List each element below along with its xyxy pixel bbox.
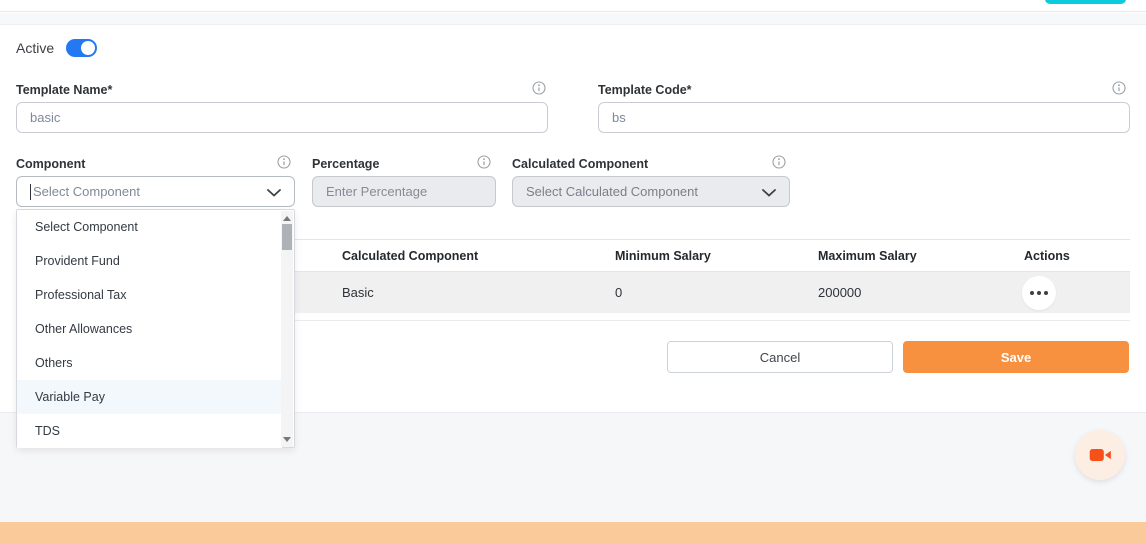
cell-maximum-salary: 200000 (802, 285, 1008, 300)
col-maximum-salary: Maximum Salary (802, 249, 1008, 263)
dropdown-scrollbar[interactable] (281, 211, 293, 447)
salary-template-form-screen: Active Template Name* Template Code* bas… (0, 0, 1146, 544)
cancel-button[interactable]: Cancel (667, 341, 893, 373)
info-icon[interactable] (532, 81, 546, 95)
video-record-button[interactable] (1075, 430, 1125, 480)
calculated-component-select[interactable]: Select Calculated Component (512, 176, 790, 207)
percentage-input[interactable]: Enter Percentage (312, 176, 496, 207)
dropdown-option-highlighted[interactable]: Variable Pay (17, 380, 282, 414)
col-actions: Actions (1008, 249, 1130, 263)
video-camera-icon (1087, 442, 1113, 468)
dropdown-option[interactable]: Select Component (17, 210, 282, 244)
active-row: Active (16, 38, 97, 58)
page-gap-band (0, 13, 1146, 25)
component-select[interactable]: Select Component (16, 176, 295, 207)
template-name-input[interactable]: basic (16, 102, 548, 133)
percentage-label: Percentage (312, 157, 379, 171)
active-label: Active (16, 40, 54, 56)
footer-bar (0, 522, 1146, 544)
toggle-knob (81, 41, 95, 55)
col-calculated-component: Calculated Component (326, 249, 599, 263)
dot (1044, 291, 1048, 295)
col-minimum-salary: Minimum Salary (599, 249, 802, 263)
active-toggle[interactable] (66, 39, 97, 57)
chevron-down-icon (762, 189, 776, 197)
dropdown-option[interactable]: Other Allowances (17, 312, 282, 346)
template-code-input[interactable]: bs (598, 102, 1130, 133)
template-name-label: Template Name* (16, 83, 112, 97)
cell-actions (1008, 276, 1130, 310)
info-icon[interactable] (772, 155, 786, 169)
top-header-strip (0, 0, 1146, 12)
template-name-value: basic (30, 110, 60, 125)
cell-calculated-component: Basic (326, 285, 599, 300)
template-code-label: Template Code* (598, 83, 692, 97)
dot (1030, 291, 1034, 295)
dropdown-option[interactable]: TDS (17, 414, 282, 448)
dropdown-option[interactable]: Professional Tax (17, 278, 282, 312)
calculated-component-select-value: Select Calculated Component (526, 184, 698, 199)
component-label: Component (16, 157, 85, 171)
scrollbar-thumb[interactable] (282, 224, 292, 250)
row-actions-button[interactable] (1022, 276, 1056, 310)
info-icon[interactable] (477, 155, 491, 169)
dot (1037, 291, 1041, 295)
dropdown-option[interactable]: Provident Fund (17, 244, 282, 278)
scroll-down-arrow-icon[interactable] (283, 437, 291, 442)
component-select-value: Select Component (33, 184, 140, 199)
scroll-up-arrow-icon[interactable] (283, 216, 291, 221)
chevron-down-icon (267, 189, 281, 197)
cell-minimum-salary: 0 (599, 285, 802, 300)
header-accent-button[interactable] (1045, 0, 1126, 4)
info-icon[interactable] (1112, 81, 1126, 95)
template-code-value: bs (612, 110, 626, 125)
percentage-placeholder: Enter Percentage (326, 184, 427, 199)
text-cursor (30, 184, 31, 200)
calculated-component-label: Calculated Component (512, 157, 648, 171)
info-icon[interactable] (277, 155, 291, 169)
component-dropdown-panel: Select Component Provident Fund Professi… (16, 209, 295, 448)
save-button[interactable]: Save (903, 341, 1129, 373)
dropdown-option[interactable]: Others (17, 346, 282, 380)
